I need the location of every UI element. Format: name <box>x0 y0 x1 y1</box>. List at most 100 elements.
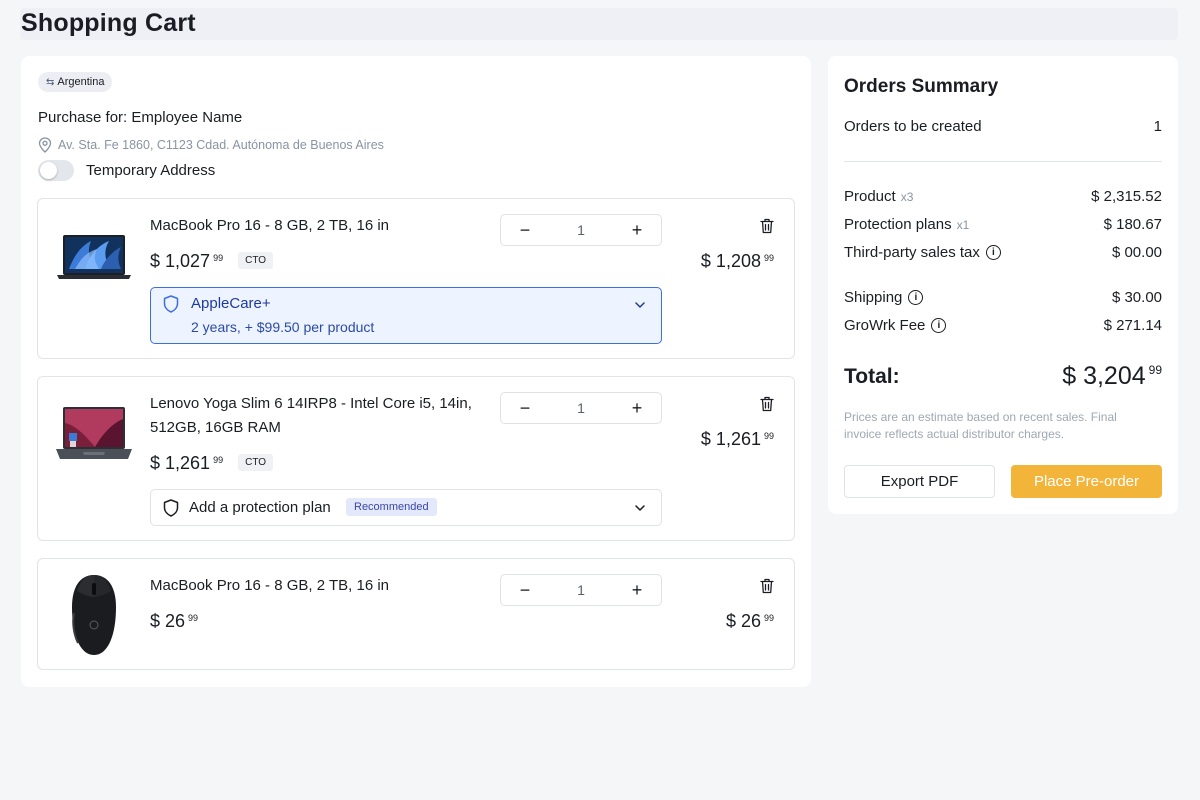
protection-plan-select[interactable]: Add a protection plan Recommended <box>150 489 662 526</box>
price-main: $ 1,261 <box>150 453 211 473</box>
temporary-address-row: Temporary Address <box>38 160 215 181</box>
toggle-knob <box>40 162 57 179</box>
chevron-down-icon <box>635 302 645 308</box>
summary-total-row: Total: $ 3,204 99 <box>844 362 1162 391</box>
line-total: $ 26 99 <box>726 611 774 632</box>
line-total: $ 1,208 99 <box>701 251 774 272</box>
laptop-image <box>56 407 132 459</box>
trash-icon[interactable] <box>760 396 774 412</box>
quantity-value: 1 <box>577 400 585 416</box>
total-main: $ 26 <box>725 611 761 631</box>
purchase-for: Purchase for: Employee Name <box>38 109 242 126</box>
cart-panel: ⇆ Argentina Purchase for: Employee Name … <box>21 56 811 687</box>
cto-badge: CTO <box>238 251 274 269</box>
summary-fee-row: GroWrk Fee i $ 271.14 <box>844 317 1162 334</box>
applecare-subtitle: 2 years, + $99.50 per product <box>191 319 375 335</box>
page-title: Shopping Cart <box>21 9 196 37</box>
summary-title: Orders Summary <box>844 76 999 97</box>
quantity-value: 1 <box>577 582 585 598</box>
employee-name[interactable]: Employee Name <box>131 109 242 126</box>
applecare-title: AppleCare+ <box>191 295 271 312</box>
quantity-value: 1 <box>577 222 585 238</box>
cart-item-mouse: MacBook Pro 16 - 8 GB, 2 TB, 16 in $ 26 9… <box>37 558 795 670</box>
line-total: $ 1,261 99 <box>701 429 774 450</box>
item-name-line-2: 512GB, 16GB RAM <box>150 419 281 436</box>
country-chip[interactable]: ⇆ Argentina <box>38 72 113 92</box>
orders-label: Orders to be created <box>844 118 982 135</box>
quantity-stepper: − 1 + <box>500 574 662 606</box>
decrease-button[interactable]: − <box>515 220 535 241</box>
price-main: $ 1,027 <box>150 251 211 271</box>
increase-button[interactable]: + <box>627 398 647 419</box>
mouse-image <box>72 575 116 655</box>
export-pdf-button[interactable]: Export PDF <box>844 465 995 498</box>
total-cents: 99 <box>763 613 774 623</box>
price-cents: 99 <box>188 613 199 623</box>
summary-orders-row: Orders to be created 1 <box>844 118 1162 135</box>
applecare-plan-select[interactable]: AppleCare+ 2 years, + $99.50 per product <box>150 287 662 344</box>
shield-icon <box>163 499 179 517</box>
recommended-badge: Recommended <box>346 498 437 516</box>
item-unit-price: $ 1,027 99 CTO <box>150 251 274 272</box>
info-icon[interactable]: i <box>985 245 1001 260</box>
trash-icon[interactable] <box>760 218 774 234</box>
total-cents: 99 <box>763 431 774 441</box>
product-multiplier: x3 <box>900 190 914 204</box>
cart-item-macbook: MacBook Pro 16 - 8 GB, 2 TB, 16 in $ 1,0… <box>37 198 795 359</box>
protection-plans-label: Protection plans <box>844 216 952 233</box>
increase-button[interactable]: + <box>627 580 647 601</box>
total-main: $ 3,204 <box>1062 362 1146 390</box>
cart-item-lenovo: Lenovo Yoga Slim 6 14IRP8 - Intel Core i… <box>37 376 795 541</box>
trash-icon[interactable] <box>760 578 774 594</box>
product-label: Product <box>844 188 896 205</box>
fee-value: $ 271.14 <box>1103 317 1162 334</box>
decrease-button[interactable]: − <box>515 398 535 419</box>
protection-multiplier: x1 <box>956 218 970 232</box>
price-cents: 99 <box>213 253 224 263</box>
laptop-image <box>57 235 131 279</box>
price-cents: 99 <box>213 455 224 465</box>
cto-badge: CTO <box>238 453 274 471</box>
info-icon[interactable]: i <box>908 290 924 305</box>
item-unit-price: $ 26 99 <box>150 611 198 632</box>
item-name-line-1: Lenovo Yoga Slim 6 14IRP8 - Intel Core i… <box>150 395 472 412</box>
shipping-address: Av. Sta. Fe 1860, C1123 Cdad. Autónoma d… <box>38 137 384 153</box>
total-main: $ 1,208 <box>700 251 761 271</box>
orders-summary-panel: Orders Summary Orders to be created 1 Pr… <box>828 56 1178 514</box>
price-disclaimer: Prices are an estimate based on recent s… <box>844 410 1117 441</box>
item-unit-price: $ 1,261 99 CTO <box>150 453 274 474</box>
shipping-label: Shipping <box>844 289 903 306</box>
summary-product-row: Product x3 $ 2,315.52 <box>844 188 1162 205</box>
country-label: Argentina <box>57 76 105 88</box>
temporary-address-label: Temporary Address <box>86 162 216 179</box>
total-cents: 99 <box>763 253 774 263</box>
orders-value: 1 <box>1153 118 1162 135</box>
total-value: $ 3,204 99 <box>1062 362 1162 391</box>
info-icon[interactable]: i <box>931 318 947 333</box>
tax-value: $ 00.00 <box>1111 244 1162 261</box>
address-text: Av. Sta. Fe 1860, C1123 Cdad. Autónoma d… <box>58 138 384 152</box>
total-label: Total: <box>844 364 900 388</box>
item-name: MacBook Pro 16 - 8 GB, 2 TB, 16 in <box>150 217 390 234</box>
summary-tax-row: Third-party sales tax i $ 00.00 <box>844 244 1162 261</box>
quantity-stepper: − 1 + <box>500 214 662 246</box>
location-pin-icon <box>38 137 52 153</box>
decrease-button[interactable]: − <box>515 580 535 601</box>
shipping-value: $ 30.00 <box>1111 289 1162 306</box>
purchase-for-label: Purchase for: <box>38 109 128 126</box>
increase-button[interactable]: + <box>627 220 647 241</box>
price-main: $ 26 <box>150 611 186 631</box>
summary-divider <box>844 161 1162 162</box>
protection-plan-label: Add a protection plan <box>189 499 331 516</box>
tax-label: Third-party sales tax <box>844 244 980 261</box>
place-preorder-button[interactable]: Place Pre-order <box>1011 465 1162 498</box>
temporary-address-toggle[interactable] <box>38 160 74 181</box>
summary-shipping-row: Shipping i $ 30.00 <box>844 289 1162 306</box>
quantity-stepper: − 1 + <box>500 392 662 424</box>
chevron-down-icon <box>635 505 645 511</box>
swap-icon: ⇆ <box>46 76 55 88</box>
total-cents: 99 <box>1148 363 1162 377</box>
total-main: $ 1,261 <box>700 429 761 449</box>
fee-label: GroWrk Fee <box>844 317 926 334</box>
shield-icon <box>163 295 179 313</box>
